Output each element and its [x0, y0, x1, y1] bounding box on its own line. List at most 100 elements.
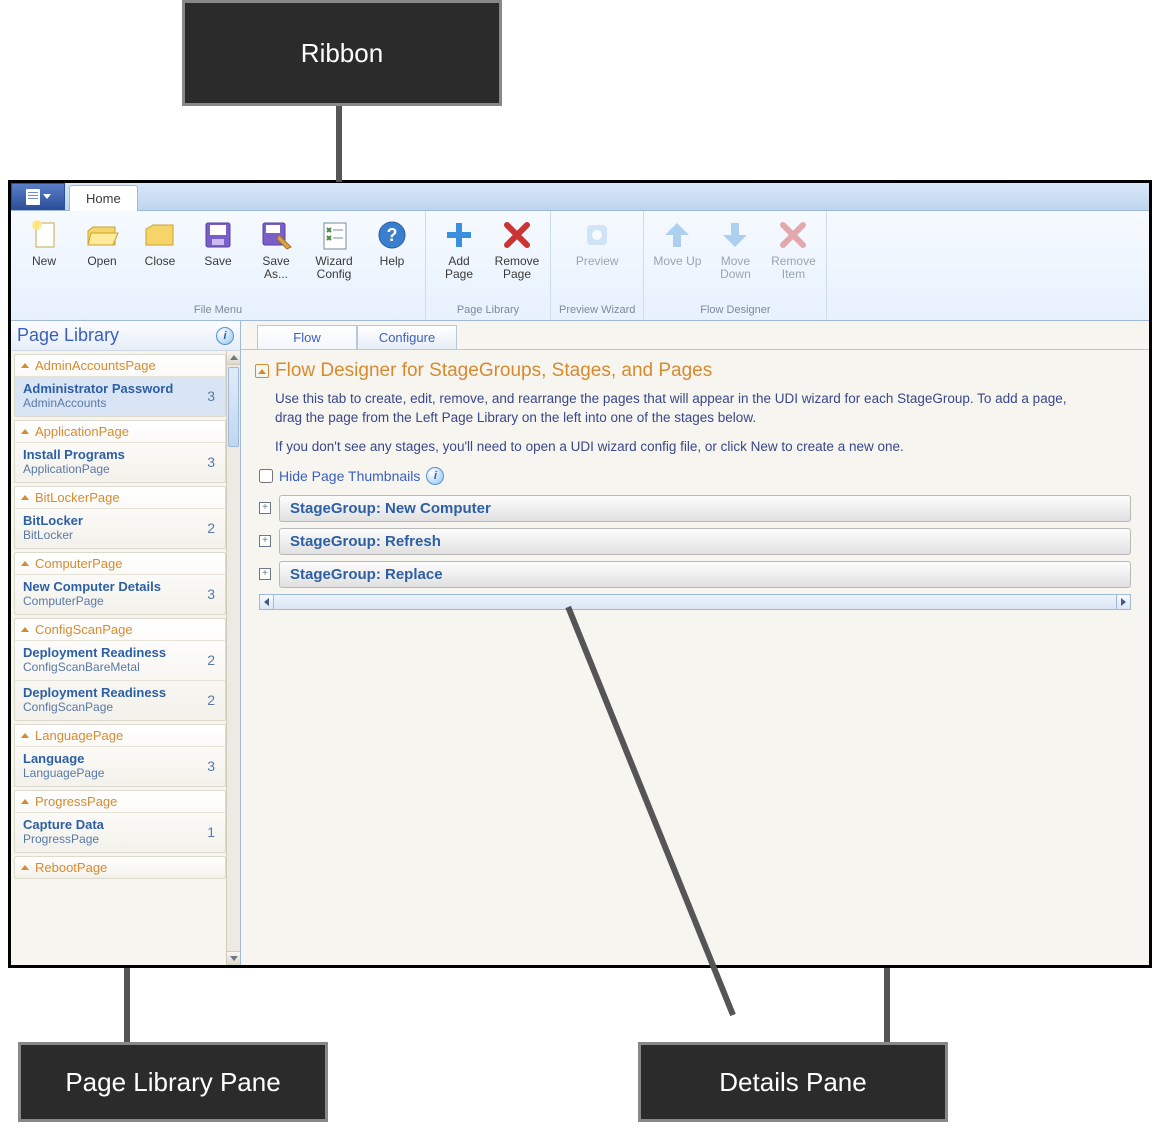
pagelib-category-header[interactable]: ApplicationPage: [15, 421, 225, 442]
pagelib-item-count: 3: [207, 388, 219, 404]
info-icon[interactable]: i: [216, 327, 234, 345]
stagegroup-row: + StageGroup: Replace: [259, 561, 1131, 588]
button-label: Add Page: [434, 255, 484, 281]
add-page-button[interactable]: Add Page: [434, 217, 484, 304]
hide-thumbnails-checkbox[interactable]: [259, 469, 273, 483]
stagegroup-bar[interactable]: StageGroup: New Computer: [279, 495, 1131, 522]
ribbon-group-pagelibrary: Add Page Remove Page Page Library: [426, 211, 551, 320]
pagelib-category-header[interactable]: BitLockerPage: [15, 487, 225, 508]
callout-connector: [124, 968, 130, 1043]
pagelib-category-name: BitLockerPage: [35, 490, 120, 505]
move-up-button[interactable]: Move Up: [652, 217, 702, 304]
pagelib-category-name: ConfigScanPage: [35, 622, 133, 637]
button-label: Preview: [576, 255, 619, 268]
pagelib-item-subtitle: ConfigScanPage: [23, 700, 166, 714]
callout-details-label: Details Pane: [719, 1067, 866, 1098]
page-library-header: Page Library i: [11, 321, 240, 351]
pagelib-item-title: Capture Data: [23, 817, 104, 832]
instruction-text: Use this tab to create, edit, remove, an…: [275, 390, 1075, 428]
info-icon[interactable]: i: [426, 467, 444, 485]
button-label: Save: [204, 255, 231, 268]
button-label: Move Up: [653, 255, 701, 268]
pagelib-item-count: 2: [207, 652, 219, 668]
pagelib-item-titles: Deployment ReadinessConfigScanPage: [23, 685, 166, 714]
scroll-down-button[interactable]: [227, 951, 240, 965]
help-button[interactable]: ? Help: [367, 217, 417, 304]
vertical-scrollbar[interactable]: [226, 351, 240, 965]
pagelib-item-titles: New Computer DetailsComputerPage: [23, 579, 161, 608]
ribbon: New Open Close: [11, 211, 1149, 321]
pagelib-item[interactable]: BitLockerBitLocker2: [15, 508, 225, 548]
scroll-up-button[interactable]: [227, 351, 240, 365]
pagelib-item-count: 1: [207, 824, 219, 840]
stagegroup-row: + StageGroup: Refresh: [259, 528, 1131, 555]
tab-flow[interactable]: Flow: [257, 325, 357, 350]
arrow-down-icon: [717, 217, 753, 253]
open-button[interactable]: Open: [77, 217, 127, 304]
stagegroup-bar[interactable]: StageGroup: Refresh: [279, 528, 1131, 555]
tab-configure[interactable]: Configure: [357, 325, 457, 350]
pagelib-category-header[interactable]: LanguagePage: [15, 725, 225, 746]
chevron-up-icon[interactable]: [255, 364, 269, 378]
pagelib-category: LanguagePageLanguageLanguagePage3: [14, 724, 226, 787]
remove-item-button[interactable]: Remove Item: [768, 217, 818, 304]
move-down-button[interactable]: Move Down: [710, 217, 760, 304]
pagelib-item-subtitle: AdminAccounts: [23, 396, 173, 410]
pagelib-item-titles: Administrator PasswordAdminAccounts: [23, 381, 173, 410]
pagelib-category-header[interactable]: ConfigScanPage: [15, 619, 225, 640]
pagelib-item[interactable]: Deployment ReadinessConfigScanPage2: [15, 680, 225, 720]
tab-label: Flow: [293, 330, 320, 345]
pagelib-category: ApplicationPage Install ProgramsApplicati…: [14, 420, 226, 483]
details-body: Flow Designer for StageGroups, Stages, a…: [241, 349, 1149, 965]
pagelib-item[interactable]: Install ProgramsApplicationPage3: [15, 442, 225, 482]
pagelib-category-header[interactable]: AdminAccountsPage: [15, 355, 225, 376]
ribbon-group-label: Preview Wizard: [559, 304, 635, 318]
pagelib-item-title: BitLocker: [23, 513, 83, 528]
pagelib-item[interactable]: Deployment ReadinessConfigScanBareMetal2: [15, 640, 225, 680]
wizard-config-button[interactable]: Wizard Config: [309, 217, 359, 304]
preview-button[interactable]: Preview: [572, 217, 622, 304]
callout-connector: [884, 968, 890, 1043]
section-title: Flow Designer for StageGroups, Stages, a…: [255, 360, 1135, 382]
ribbon-tab-home[interactable]: Home: [69, 185, 138, 211]
pagelib-category-header[interactable]: ComputerPage: [15, 553, 225, 574]
save-button[interactable]: Save: [193, 217, 243, 304]
tab-label: Configure: [379, 330, 435, 345]
pagelib-item[interactable]: Administrator PasswordAdminAccounts 3: [15, 376, 225, 416]
arrow-left-icon: [264, 598, 269, 606]
scrollbar-thumb[interactable]: [228, 367, 239, 447]
arrow-up-icon: [230, 355, 238, 360]
pagelib-category: BitLockerPage BitLockerBitLocker2: [14, 486, 226, 549]
stagegroup-bar[interactable]: StageGroup: Replace: [279, 561, 1131, 588]
details-tabstrip: Flow Configure: [241, 321, 1149, 350]
pagelib-item-subtitle: BitLocker: [23, 528, 83, 542]
remove-page-button[interactable]: Remove Page: [492, 217, 542, 304]
pagelib-category-header[interactable]: ProgressPage: [15, 791, 225, 812]
chevron-up-icon: [19, 862, 31, 874]
expand-button[interactable]: +: [259, 502, 271, 514]
pagelib-item[interactable]: Capture DataProgressPage1: [15, 812, 225, 852]
document-icon: [26, 189, 40, 205]
wizard-config-icon: [316, 217, 352, 253]
pagelib-item[interactable]: New Computer DetailsComputerPage3: [15, 574, 225, 614]
expand-button[interactable]: +: [259, 568, 271, 580]
pagelib-category: ComputerPageNew Computer DetailsComputer…: [14, 552, 226, 615]
expand-button[interactable]: +: [259, 535, 271, 547]
hide-thumbnails-label: Hide Page Thumbnails: [279, 468, 420, 484]
arrow-up-icon: [659, 217, 695, 253]
save-as-button[interactable]: Save As...: [251, 217, 301, 304]
scroll-right-button[interactable]: [1116, 595, 1130, 609]
page-library-pane: Page Library i AdminAccountsPageAdminist…: [11, 321, 241, 965]
button-label: Open: [87, 255, 116, 268]
pagelib-category-name: ApplicationPage: [35, 424, 129, 439]
close-folder-icon: [142, 217, 178, 253]
ribbon-tabstrip: Home: [11, 183, 1149, 211]
horizontal-scrollbar[interactable]: [259, 594, 1131, 610]
app-menu-button[interactable]: [11, 183, 65, 210]
close-button[interactable]: Close: [135, 217, 185, 304]
pagelib-category-header[interactable]: RebootPage: [15, 857, 225, 878]
pagelib-item[interactable]: LanguageLanguagePage3: [15, 746, 225, 786]
scroll-left-button[interactable]: [260, 595, 274, 609]
new-button[interactable]: New: [19, 217, 69, 304]
remove-icon: [775, 217, 811, 253]
